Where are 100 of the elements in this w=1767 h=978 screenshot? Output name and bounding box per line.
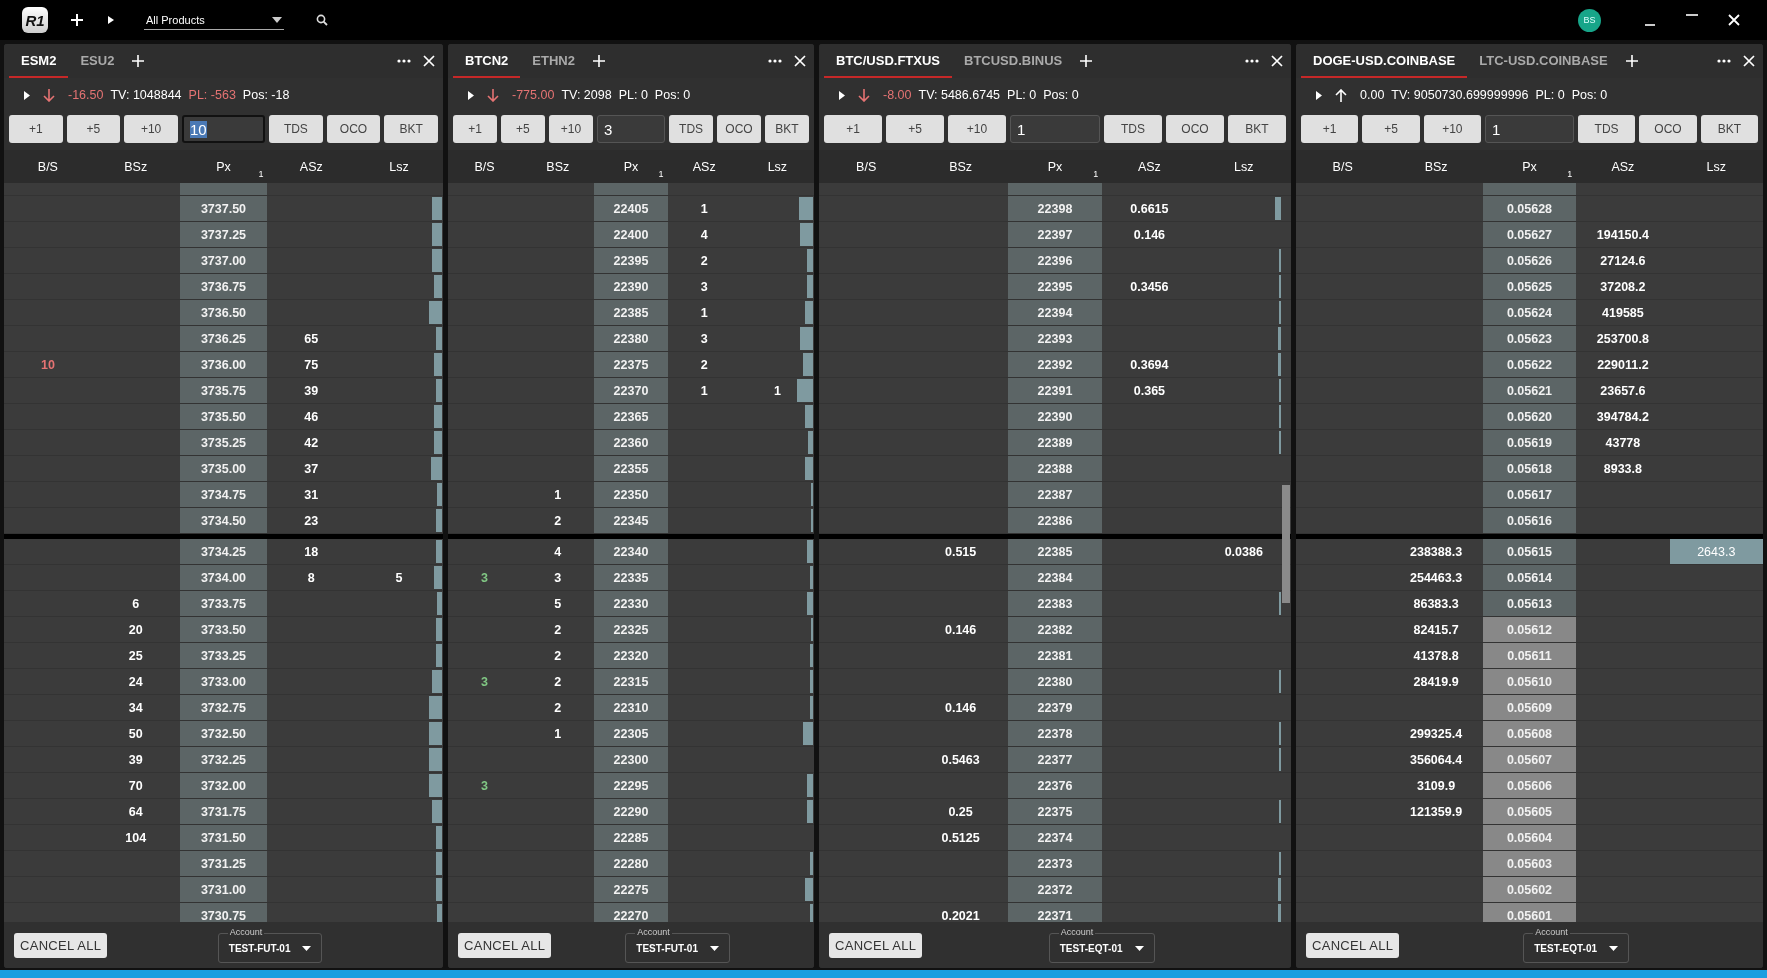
price-cell[interactable]: 22387	[1007, 482, 1103, 507]
instrument-tab[interactable]: ESU2	[68, 44, 127, 78]
price-cell[interactable]: 3732.00	[179, 773, 268, 798]
price-cell[interactable]: 22375	[1007, 799, 1103, 824]
instrument-tab[interactable]: LTC-USD.COINBASE	[1467, 44, 1620, 78]
price-cell[interactable]: 22390	[1007, 404, 1103, 429]
price-cell[interactable]: 0.05614	[1482, 565, 1577, 590]
price-cell[interactable]: 22375	[594, 352, 668, 377]
cancel-all-button[interactable]: CANCEL ALL	[458, 932, 552, 958]
price-cell[interactable]: 3736.00	[179, 352, 268, 377]
price-cell[interactable]	[1007, 183, 1103, 195]
price-cell[interactable]: 0.05615	[1482, 539, 1577, 564]
price-cell[interactable]: 3734.50	[179, 508, 268, 533]
price-cell[interactable]: 22380	[594, 326, 668, 351]
price-cell[interactable]: 22295	[594, 773, 668, 798]
increment-button[interactable]: +1	[824, 115, 882, 143]
price-cell[interactable]: 0.05626	[1482, 248, 1577, 273]
price-cell[interactable]: 22355	[594, 456, 668, 481]
order-type-button[interactable]: TDS	[1577, 115, 1636, 143]
instrument-tab[interactable]: ETHN2	[520, 44, 587, 78]
price-cell[interactable]: 22382	[1007, 617, 1103, 642]
increment-button[interactable]: +1	[453, 115, 497, 143]
price-cell[interactable]: 22376	[1007, 773, 1103, 798]
price-cell[interactable]: 22391	[1007, 378, 1103, 403]
increment-button[interactable]: +1	[1301, 115, 1359, 143]
close-icon[interactable]	[1743, 55, 1755, 67]
price-cell[interactable]: 22340	[594, 539, 668, 564]
expand-icon[interactable]	[839, 90, 845, 100]
increment-button[interactable]: +5	[500, 115, 545, 143]
price-cell[interactable]: 22345	[594, 508, 668, 533]
price-cell[interactable]: 22388	[1007, 456, 1103, 481]
cancel-all-button[interactable]: CANCEL ALL	[14, 932, 108, 958]
price-cell[interactable]: 0.05622	[1482, 352, 1577, 377]
price-cell[interactable]: 3730.75	[179, 903, 268, 922]
price-cell[interactable]: 0.05625	[1482, 274, 1577, 299]
price-cell[interactable]: 22330	[594, 591, 668, 616]
price-cell[interactable]: 22383	[1007, 591, 1103, 616]
price-cell[interactable]: 22285	[594, 825, 668, 850]
price-cell[interactable]: 0.05609	[1482, 695, 1577, 720]
order-type-button[interactable]: BKT	[384, 115, 438, 143]
order-type-button[interactable]: BKT	[1228, 115, 1286, 143]
order-type-button[interactable]: TDS	[1103, 115, 1162, 143]
instrument-tab[interactable]: BTCN2	[453, 44, 521, 78]
price-cell[interactable]: 22395	[1007, 274, 1103, 299]
price-cell[interactable]: 22384	[1007, 565, 1103, 590]
close-icon[interactable]	[1727, 13, 1741, 27]
price-cell[interactable]: 22385	[594, 300, 668, 325]
price-cell[interactable]: 0.05621	[1482, 378, 1577, 403]
price-cell[interactable]: 22373	[1007, 851, 1103, 876]
close-icon[interactable]	[1271, 55, 1283, 67]
price-cell[interactable]	[594, 183, 668, 195]
price-cell[interactable]: 0.05627	[1482, 222, 1577, 247]
price-cell[interactable]: 22395	[594, 248, 668, 273]
price-cell[interactable]: 0.05610	[1482, 669, 1577, 694]
price-cell[interactable]: 0.05617	[1482, 482, 1577, 507]
order-type-button[interactable]: BKT	[765, 115, 809, 143]
price-cell[interactable]: 3737.25	[179, 222, 268, 247]
more-icon[interactable]	[1717, 59, 1731, 63]
price-cell[interactable]: 22393	[1007, 326, 1103, 351]
cancel-all-button[interactable]: CANCEL ALL	[829, 932, 923, 958]
price-cell[interactable]: 22379	[1007, 695, 1103, 720]
price-cell[interactable]: 22290	[594, 799, 668, 824]
price-cell[interactable]: 3733.00	[179, 669, 268, 694]
price-cell[interactable]: 0.05608	[1482, 721, 1577, 746]
price-cell[interactable]	[179, 183, 268, 195]
order-type-button[interactable]: OCO	[326, 115, 381, 143]
price-cell[interactable]: 22320	[594, 643, 668, 668]
add-tab-icon[interactable]	[132, 55, 145, 67]
quantity-field[interactable]: 1	[1485, 115, 1574, 143]
price-cell[interactable]: 0.05605	[1482, 799, 1577, 824]
increment-button[interactable]: +1	[9, 115, 63, 143]
price-cell[interactable]: 3735.75	[179, 378, 268, 403]
app-logo[interactable]: R1	[22, 7, 48, 33]
price-cell[interactable]: 3735.25	[179, 430, 268, 455]
cancel-all-button[interactable]: CANCEL ALL	[1306, 932, 1400, 958]
price-cell[interactable]: 22350	[594, 482, 668, 507]
price-cell[interactable]: 22392	[1007, 352, 1103, 377]
more-icon[interactable]	[768, 59, 782, 63]
price-cell[interactable]: 3735.50	[179, 404, 268, 429]
price-cell[interactable]: 0.05611	[1482, 643, 1577, 668]
price-cell[interactable]: 22377	[1007, 747, 1103, 772]
price-cell[interactable]: 22280	[594, 851, 668, 876]
price-cell[interactable]: 3735.00	[179, 456, 268, 481]
price-cell[interactable]: 22381	[1007, 643, 1103, 668]
price-cell[interactable]: 22275	[594, 877, 668, 902]
price-cell[interactable]: 3732.50	[179, 721, 268, 746]
add-icon[interactable]	[70, 13, 84, 27]
product-select[interactable]: All Products	[144, 10, 284, 30]
price-cell[interactable]: 22372	[1007, 877, 1103, 902]
quantity-field[interactable]: 10	[181, 115, 266, 143]
price-cell[interactable]: 22365	[594, 404, 668, 429]
price-cell[interactable]: 22300	[594, 747, 668, 772]
expand-icon[interactable]	[24, 90, 30, 100]
price-cell[interactable]	[1482, 183, 1577, 195]
increment-button[interactable]: +5	[1362, 115, 1420, 143]
price-cell[interactable]: 22396	[1007, 248, 1103, 273]
price-cell[interactable]: 3731.25	[179, 851, 268, 876]
increment-button[interactable]: +10	[948, 115, 1007, 143]
price-cell[interactable]: 3736.50	[179, 300, 268, 325]
price-cell[interactable]: 0.05624	[1482, 300, 1577, 325]
